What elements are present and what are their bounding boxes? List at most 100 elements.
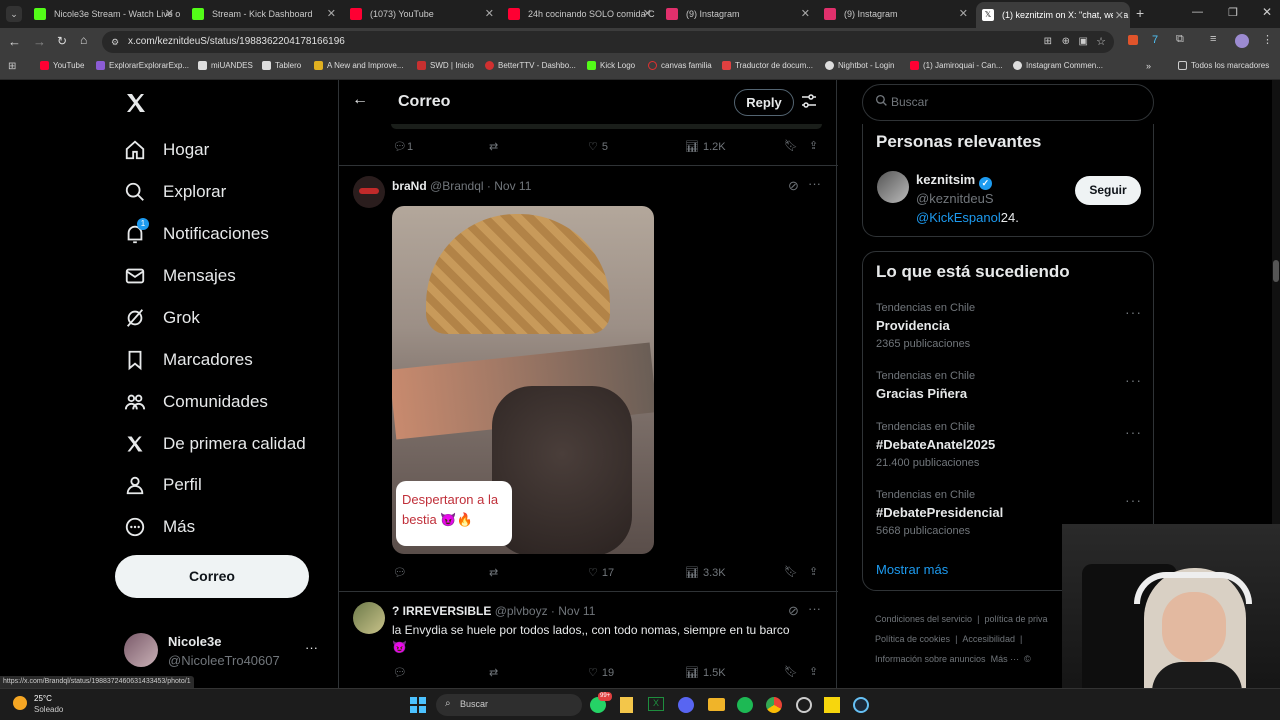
reload-icon[interactable]: ↻ xyxy=(57,34,67,48)
tab-1[interactable]: Stream - Kick Dashboard ✕ xyxy=(186,0,342,28)
forward-icon[interactable]: → xyxy=(33,34,46,49)
file-explorer-icon[interactable] xyxy=(708,698,725,711)
nav-grok[interactable]: Grok xyxy=(123,306,200,330)
close-icon[interactable]: ✕ xyxy=(643,7,652,20)
post-date[interactable]: · Nov 11 xyxy=(551,604,595,618)
more-icon[interactable]: ··· xyxy=(1125,424,1142,440)
minimize-button[interactable]: — xyxy=(1192,6,1203,18)
close-icon[interactable]: ✕ xyxy=(1112,9,1124,22)
compose-post-button[interactable]: Correo xyxy=(115,555,309,598)
avatar[interactable] xyxy=(353,602,385,634)
reply-action[interactable]: 💬︎ xyxy=(393,566,407,579)
extension-icon[interactable]: 7 xyxy=(1152,34,1158,46)
trend-item[interactable]: Tendencias en Chile #DebateAnatel2025 21… xyxy=(876,421,995,469)
sticky-notes-icon[interactable] xyxy=(824,697,840,713)
nav-messages[interactable]: Mensajes xyxy=(123,264,236,288)
trend-item[interactable]: Tendencias en Chile Gracias Piñera xyxy=(876,370,975,401)
bookmark-item[interactable]: SWD | Inicio xyxy=(417,61,474,70)
more-icon[interactable]: ··· xyxy=(1125,492,1142,508)
nav-premium[interactable]: De primera calidad xyxy=(123,432,306,456)
repost-action[interactable]: ⇄ xyxy=(489,666,498,679)
bookmark-star-icon[interactable]: ☆ xyxy=(1096,31,1106,53)
footer-link[interactable]: Condiciones del servicio xyxy=(875,614,972,624)
bookmark-item[interactable]: Traductor de docum... xyxy=(722,61,813,70)
footer-more-link[interactable]: Más ··· xyxy=(991,654,1020,664)
more-icon[interactable]: ··· xyxy=(808,601,821,616)
more-icon[interactable]: ··· xyxy=(1125,304,1142,320)
extensions-puzzle-icon[interactable]: ⧉ xyxy=(1176,33,1184,46)
bookmark-item[interactable]: Kick Logo xyxy=(587,61,635,70)
bookmark-action[interactable]: 🔖︎ xyxy=(784,565,798,578)
close-icon[interactable]: ✕ xyxy=(485,7,494,20)
excel-icon[interactable]: X xyxy=(648,697,664,711)
reply-action[interactable]: 💬︎ 1 xyxy=(393,140,413,154)
nav-notifications[interactable]: 1 Notificaciones xyxy=(123,218,269,246)
bookmarks-overflow-icon[interactable]: » xyxy=(1146,61,1151,71)
views-action[interactable]: 📊︎ 1.2K xyxy=(685,140,726,154)
weather-sun-icon[interactable] xyxy=(13,696,27,710)
nav-more[interactable]: Más xyxy=(123,515,195,539)
windows-start-icon[interactable] xyxy=(410,697,426,718)
tab-4[interactable]: (9) Instagram ✕ xyxy=(660,0,816,28)
avatar[interactable] xyxy=(877,171,909,203)
post[interactable]: ? IRREVERSIBLE @plvboyz · Nov 11 ⊘ ··· l… xyxy=(339,592,836,688)
footer-link[interactable]: Información sobre anuncios xyxy=(875,654,986,664)
nav-bookmarks[interactable]: Marcadores xyxy=(123,348,253,372)
follow-button[interactable]: Seguir xyxy=(1075,176,1141,205)
bookmark-item[interactable]: YouTube xyxy=(40,61,84,70)
bookmark-item[interactable]: ExplorarExplorarExp... xyxy=(96,61,189,70)
search-input[interactable]: Buscar xyxy=(862,84,1154,121)
bookmark-item[interactable]: miUANDES xyxy=(198,61,253,70)
nav-communities[interactable]: Comunidades xyxy=(123,390,268,414)
media-icon[interactable]: ≡ xyxy=(1210,33,1216,45)
post-date[interactable]: · Nov 11 xyxy=(487,179,531,193)
settings-icon[interactable] xyxy=(796,697,812,713)
bookmark-item[interactable]: Tablero xyxy=(262,61,301,70)
steam-icon[interactable] xyxy=(853,697,869,713)
more-icon[interactable]: ··· xyxy=(808,176,821,191)
profile-avatar[interactable] xyxy=(1235,34,1249,48)
like-action[interactable]: ♡ 19 xyxy=(588,666,614,680)
settings-sliders-icon[interactable] xyxy=(801,93,817,114)
grok-icon[interactable]: ⊘ xyxy=(788,603,799,619)
site-info-icon[interactable]: ⚙ xyxy=(111,31,119,53)
discord-icon[interactable] xyxy=(678,697,694,713)
profile-name[interactable]: keznitsim ✓ xyxy=(916,172,992,190)
author-name[interactable]: braNd xyxy=(392,179,427,193)
taskbar-search[interactable]: ⌕ Buscar xyxy=(436,694,582,716)
bookmark-item[interactable]: A New and Improve... xyxy=(314,61,403,70)
more-icon[interactable]: ··· xyxy=(1125,372,1142,388)
bookmark-item[interactable]: (1) Jamiroquai - Can... xyxy=(910,61,1003,70)
previous-post-media[interactable] xyxy=(391,124,822,129)
close-icon[interactable]: ✕ xyxy=(165,7,174,20)
close-icon[interactable]: ✕ xyxy=(327,7,336,20)
footer-link[interactable]: Política de cookies xyxy=(875,634,950,644)
footer-link[interactable]: Accesibilidad xyxy=(962,634,1015,644)
weather-temp[interactable]: 25°C xyxy=(34,694,52,703)
author-handle[interactable]: @Brandql xyxy=(430,179,484,193)
bookmark-item[interactable]: Nightbot - Login xyxy=(825,61,894,70)
grok-icon[interactable]: ⊘ xyxy=(788,178,799,194)
new-tab-button[interactable]: + xyxy=(1136,5,1144,21)
views-action[interactable]: 📊︎ 3.3K xyxy=(685,566,726,580)
notepad-icon[interactable] xyxy=(620,697,633,713)
profile-handle[interactable]: @keznitdeuS xyxy=(916,191,994,206)
close-icon[interactable]: ✕ xyxy=(801,7,810,20)
post[interactable]: braNd @Brandql · Nov 11 ⊘ ··· Despertaro… xyxy=(339,166,836,591)
zoom-icon[interactable]: ⊕ xyxy=(1062,31,1070,53)
browser-menu-icon[interactable]: ⋮ xyxy=(1262,33,1273,46)
extension-icon[interactable] xyxy=(1128,35,1138,45)
chrome-icon[interactable] xyxy=(766,697,782,713)
tab-search-icon[interactable]: ⌄ xyxy=(6,6,22,22)
bookmark-item[interactable]: BetterTTV - Dashbo... xyxy=(485,61,576,70)
maximize-button[interactable]: ❐ xyxy=(1228,6,1238,19)
back-arrow-icon[interactable]: ← xyxy=(352,91,368,109)
bookmark-action[interactable]: 🔖︎ xyxy=(784,665,798,678)
reply-action[interactable]: 💬︎ xyxy=(393,666,407,679)
back-icon[interactable]: ← xyxy=(8,34,22,49)
reply-button[interactable]: Reply xyxy=(734,89,794,116)
bio-mention-link[interactable]: @KickEspanol xyxy=(916,210,1001,225)
share-action[interactable]: ⇪ xyxy=(809,139,818,152)
close-icon[interactable]: ✕ xyxy=(959,7,968,20)
like-action[interactable]: ♡ 17 xyxy=(588,566,614,580)
